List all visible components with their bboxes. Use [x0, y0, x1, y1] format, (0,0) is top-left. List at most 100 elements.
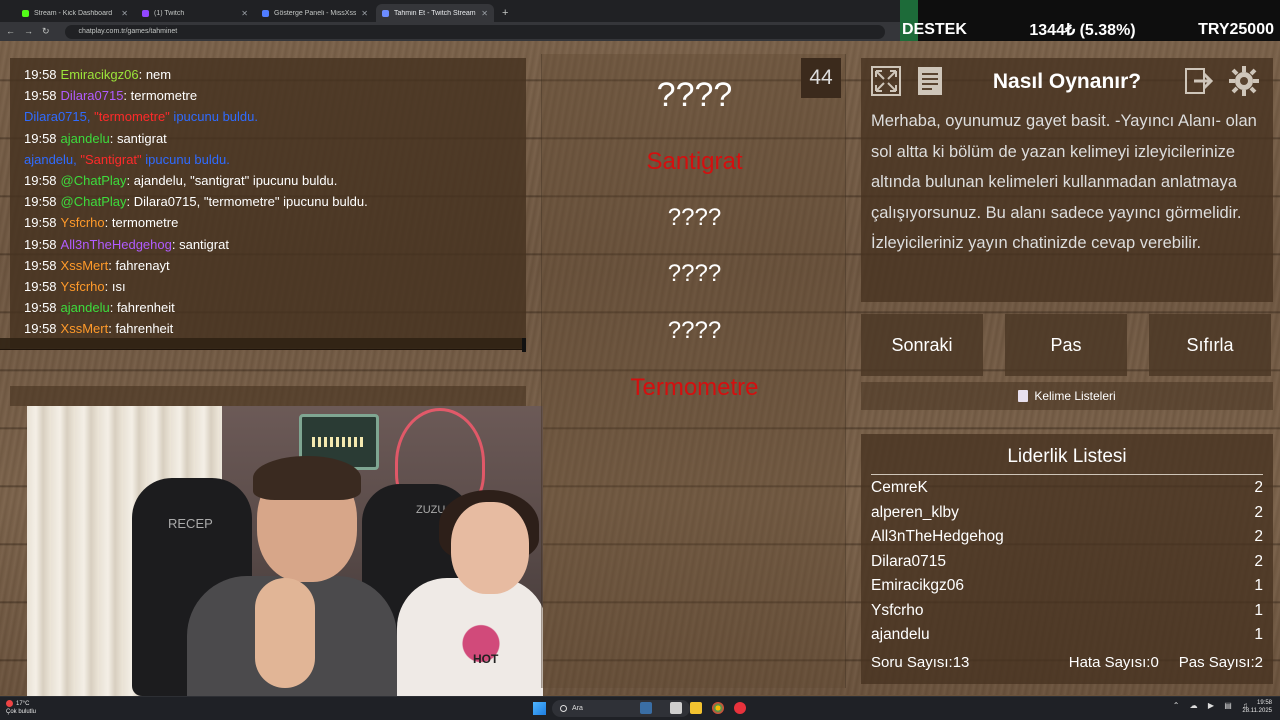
- chat-username[interactable]: @ChatPlay: [61, 173, 127, 188]
- leaderboard-row: Ysfcrho 1: [871, 599, 1263, 624]
- book-icon: [1018, 390, 1029, 402]
- question-count-label: Soru Sayısı:: [871, 654, 953, 671]
- back-icon[interactable]: ←: [6, 27, 15, 36]
- chat-username[interactable]: ajandelu: [61, 131, 110, 146]
- chat-timestamp: 19:58: [24, 172, 57, 188]
- tab-favicon-icon: [262, 9, 269, 17]
- chrome-icon[interactable]: [712, 702, 724, 714]
- chat-username[interactable]: ajandelu: [61, 300, 110, 315]
- error-count-label: Hata Sayısı:: [1068, 654, 1151, 671]
- chat-scrollbar[interactable]: [0, 338, 526, 352]
- chat-message: 19:58 Dilara0715: termometre: [24, 85, 368, 106]
- close-tab-icon[interactable]: ✕: [121, 9, 128, 18]
- chat-username[interactable]: Emiracikgz06: [61, 67, 139, 82]
- chat-username[interactable]: Ysfcrho: [61, 279, 105, 294]
- hint-word: ????: [667, 317, 722, 344]
- tab-title: (1) Twitch: [154, 9, 185, 17]
- settings-gear-icon[interactable]: [1227, 64, 1261, 98]
- url-field[interactable]: chatplay.com.tr/games/tahminet: [64, 24, 885, 39]
- exit-icon[interactable]: [1183, 64, 1217, 98]
- chat-text: ajandelu, "santigrat" ipucunu buldu.: [133, 172, 338, 188]
- pass-count-label: Pas Sayısı:: [1178, 654, 1255, 671]
- chat-username[interactable]: Dilara0715,: [24, 109, 94, 124]
- leaderboard-score: 2: [1254, 503, 1263, 521]
- how-to-play-text: Merhaba, oyunumuz gayet basit. -Yayıncı …: [871, 112, 1257, 253]
- how-to-play-panel: Nasıl Oynanır? Merhaba, oyunumuz gayet b…: [861, 58, 1273, 302]
- divider: [871, 474, 1263, 475]
- reset-button[interactable]: Sıfırla: [1149, 314, 1271, 376]
- word-lists-button[interactable]: Kelime Listeleri: [861, 382, 1273, 410]
- weather-desc: Çok bulutlu: [6, 709, 37, 716]
- chat-username[interactable]: ajandelu,: [24, 152, 80, 167]
- close-tab-icon[interactable]: ✕: [241, 9, 248, 18]
- file-explorer-icon[interactable]: [690, 702, 702, 714]
- browser-tab-bar: Stream - Kick Dashboard ✕ (1) Twitch ✕ Göste…: [0, 0, 900, 22]
- error-count-value: 0: [1150, 654, 1159, 671]
- chat-text: nem: [145, 67, 172, 82]
- chat-separator: :: [171, 236, 180, 252]
- browser-tab[interactable]: Tahmin Et - Twitch Stream Game ✕: [376, 4, 494, 22]
- windows-start-icon[interactable]: [533, 702, 546, 715]
- leaderboard-row: ajandelu 1: [871, 623, 1263, 648]
- reload-icon[interactable]: ↻: [42, 27, 50, 36]
- browser-tab[interactable]: (1) Twitch ✕: [136, 4, 254, 22]
- chat-message: 19:58 Ysfcrho: termometre: [24, 212, 368, 233]
- chat-timestamp: 19:58: [24, 130, 57, 146]
- new-tab-icon[interactable]: +: [496, 4, 514, 22]
- leaderboard-row: CemreK 2: [871, 476, 1263, 501]
- chat-separator: :: [109, 130, 117, 146]
- chat-username[interactable]: Dilara0715: [61, 88, 124, 103]
- weather-widget[interactable]: 17°C Çok bulutlu: [6, 700, 36, 716]
- chat-username[interactable]: @ChatPlay: [61, 194, 127, 209]
- chat-timestamp: 19:58: [24, 257, 57, 273]
- leaderboard-name: CemreK: [871, 479, 928, 497]
- terminal-icon[interactable]: [670, 702, 682, 714]
- tab-title: Tahmin Et - Twitch Stream Game: [394, 9, 476, 17]
- chat-separator: :: [126, 194, 134, 210]
- forward-icon[interactable]: →: [24, 27, 33, 36]
- app-icon[interactable]: [734, 702, 746, 714]
- chat-messages: 19:58 Emiracikgz06: nem 19:58 Dilara0715: t…: [24, 64, 368, 339]
- ticker-symbol: DESTEK: [902, 21, 967, 38]
- browser-tab[interactable]: Gösterge Paneli - MissXss AI Bot ✕: [256, 4, 374, 22]
- task-view-icon[interactable]: [640, 702, 652, 714]
- chat-message: 19:58 All3nTheHedgehog: santigrat: [24, 234, 368, 255]
- chat-message: 19:58 XssMert: fahrenheit: [24, 318, 368, 339]
- browser-tab[interactable]: Stream - Kick Dashboard ✕: [16, 4, 134, 22]
- chat-text: termometre: [111, 215, 179, 231]
- chat-username[interactable]: XssMert: [61, 321, 109, 336]
- weather-icon: [6, 700, 13, 707]
- close-tab-icon[interactable]: ✕: [481, 9, 488, 18]
- chat-username[interactable]: Ysfcrho: [61, 215, 105, 230]
- close-tab-icon[interactable]: ✕: [361, 9, 368, 18]
- leaderboard-score: 2: [1254, 552, 1263, 570]
- leaderboard-score: 2: [1254, 479, 1263, 497]
- chat-text: fahrenayt: [115, 257, 170, 273]
- leaderboard-row: alperen_klby 2: [871, 501, 1263, 526]
- person-left-hair: [253, 456, 361, 500]
- next-button[interactable]: Sonraki: [861, 314, 983, 376]
- weather-temp: 17°C: [16, 701, 30, 708]
- leaderboard-score: 1: [1254, 626, 1263, 644]
- chat-timestamp: 19:58: [24, 194, 57, 210]
- chat-separator: :: [104, 278, 112, 294]
- leaderboard-row: Emiracikgz06 1: [871, 574, 1263, 599]
- taskbar-clock[interactable]: 19:58 28.11.2025: [1242, 699, 1272, 715]
- tab-title: Gösterge Paneli - MissXss AI Bot: [274, 9, 357, 17]
- chat-username[interactable]: XssMert: [61, 258, 109, 273]
- scrollbar-thumb[interactable]: [522, 338, 526, 352]
- leaderboard-name: Emiracikgz06: [871, 577, 965, 595]
- word-column: ???? Santigrat ???? ???? ???? Termometre: [541, 54, 846, 688]
- chat-message: 19:58 Emiracikgz06: nem: [24, 64, 368, 85]
- chat-message: 19:58 ajandelu: santigrat: [24, 128, 368, 149]
- round-counter: 44: [801, 58, 841, 98]
- leaderboard-title: Liderlik Listesi: [1007, 446, 1127, 467]
- chat-username[interactable]: All3nTheHedgehog: [61, 237, 172, 252]
- chat-message: 19:58 @ChatPlay: Dilara0715, "termometre"…: [24, 191, 368, 212]
- clock-date: 28.11.2025: [1242, 708, 1272, 714]
- system-tray[interactable]: ⌃ ☁ ▶ ▤ ♫: [1173, 701, 1252, 710]
- error-count: Hata Sayısı:0: [1069, 654, 1159, 671]
- chat-text-tail: ipucunu buldu.: [169, 109, 258, 125]
- pass-button[interactable]: Pas: [1005, 314, 1127, 376]
- hint-word: Santigrat: [646, 148, 743, 175]
